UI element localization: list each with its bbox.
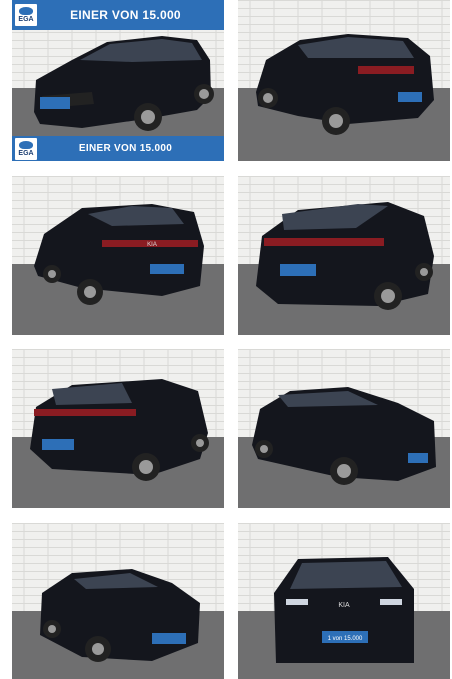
- kia-badge: KIA: [338, 602, 350, 609]
- car-photo-rear-left-low: [12, 349, 224, 508]
- gallery-photo-8[interactable]: KIA 1 von 15.000: [238, 523, 450, 679]
- car-photo-rear-left: KIA: [12, 176, 224, 335]
- ega-logo: EGA: [15, 4, 37, 26]
- car-photo-rear-right: [238, 0, 450, 161]
- gallery-photo-2[interactable]: [238, 0, 450, 161]
- front-plate-text: 1 von 15.000: [328, 636, 363, 642]
- gallery-photo-3[interactable]: KIA: [12, 176, 224, 335]
- gallery-photo-4[interactable]: [238, 176, 450, 335]
- ega-logo-icon: [19, 7, 33, 15]
- gallery-photo-5[interactable]: [12, 349, 224, 508]
- gallery-photo-1[interactable]: EGA EINER VON 15.000 EGA EINER VON 15.00…: [12, 0, 224, 161]
- promo-banner-top: EGA EINER VON 15.000: [12, 0, 224, 30]
- car-photo-front: KIA 1 von 15.000: [238, 523, 450, 679]
- ega-logo: EGA: [15, 137, 37, 160]
- car-photo-front-right: [238, 349, 450, 508]
- car-photo-rear-right-close: [238, 176, 450, 335]
- promo-banner-bottom: EGA EINER VON 15.000: [12, 136, 224, 161]
- promo-banner-text-top: EINER VON 15.000: [70, 8, 181, 22]
- kia-badge: KIA: [147, 242, 157, 248]
- car-photo-front-left-close: [12, 523, 224, 679]
- gallery-photo-6[interactable]: [238, 349, 450, 508]
- gallery-photo-7[interactable]: [12, 523, 224, 679]
- promo-banner-text-bottom: EINER VON 15.000: [78, 143, 173, 154]
- ega-logo-icon: [19, 140, 33, 149]
